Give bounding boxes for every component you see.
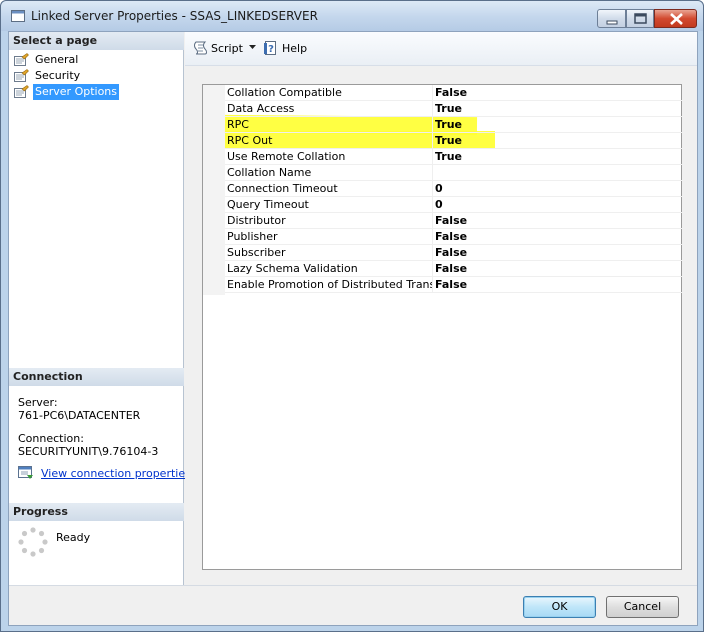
property-row[interactable]: Data Access True [225, 101, 682, 117]
property-row[interactable]: Lazy Schema Validation False [225, 261, 682, 277]
property-row[interactable]: Subscriber False [225, 245, 682, 261]
script-dropdown-chevron-icon[interactable] [248, 40, 257, 52]
property-name: Collation Name [227, 166, 312, 179]
close-icon [670, 13, 683, 25]
property-row[interactable]: Query Timeout 0 [225, 197, 682, 213]
property-row[interactable]: Enable Promotion of Distributed Transact… [225, 277, 682, 293]
server-options-property-grid[interactable]: Collation Compatible False Data Access True… [202, 84, 682, 570]
progress-status: Ready [56, 531, 91, 544]
property-value[interactable]: True [435, 150, 462, 164]
server-label: Server: [18, 396, 58, 409]
column-separator [432, 149, 433, 165]
dialog-window: Linked Server Properties - SSAS_LINKEDSE… [0, 0, 704, 632]
property-value[interactable]: 0 [435, 182, 443, 196]
property-value[interactable]: False [435, 246, 467, 260]
toolbar: Script ? Help [185, 32, 697, 66]
help-icon: ? [264, 41, 276, 55]
connection-value: SECURITYUNIT\9.76104-3 [18, 445, 159, 458]
property-name: RPC [227, 118, 249, 131]
property-value[interactable]: False [435, 230, 467, 244]
page-wrench-icon [14, 53, 29, 66]
ok-button[interactable]: OK [523, 596, 596, 618]
property-name: Subscriber [227, 246, 286, 259]
connection-label: Connection: [18, 432, 84, 445]
property-row[interactable]: RPC Out True [225, 133, 682, 149]
page-item-label: General [35, 53, 79, 66]
connection-header: Connection [9, 368, 184, 386]
dialog-footer: OK Cancel [9, 585, 697, 625]
window-app-icon [11, 10, 25, 22]
property-row[interactable]: RPC True [225, 117, 682, 133]
help-label: Help [282, 42, 308, 55]
property-value[interactable]: 0 [435, 198, 443, 212]
svg-text:?: ? [268, 44, 274, 55]
property-row[interactable]: Collation Compatible False [225, 85, 682, 101]
cancel-button[interactable]: Cancel [606, 596, 679, 618]
property-name: Use Remote Collation [227, 150, 346, 163]
property-name: Publisher [227, 230, 278, 243]
property-name: Query Timeout [227, 198, 309, 211]
column-separator [432, 197, 433, 213]
column-separator [432, 165, 433, 181]
column-separator [432, 133, 433, 149]
script-label: Script [211, 42, 243, 55]
property-row[interactable]: Connection Timeout 0 [225, 181, 682, 197]
property-row[interactable]: Distributor False [225, 213, 682, 229]
column-separator [432, 213, 433, 229]
script-icon [194, 41, 207, 55]
connection-properties-icon [18, 466, 33, 479]
page-wrench-icon [14, 85, 29, 98]
page-item-label: Server Options [33, 84, 120, 100]
help-button[interactable]: ? Help [263, 39, 308, 59]
maximize-icon [634, 13, 647, 24]
server-value: 761-PC6\DATACENTER [18, 409, 141, 422]
grid-gutter [203, 85, 225, 295]
dialog-client-area: Select a page General Security Server Op… [8, 31, 698, 626]
property-value[interactable]: False [435, 278, 467, 292]
close-button[interactable] [654, 9, 697, 28]
minimize-icon [606, 20, 618, 25]
column-separator [432, 85, 433, 101]
property-row[interactable]: Publisher False [225, 229, 682, 245]
property-row[interactable]: Collation Name [225, 165, 682, 181]
progress-header: Progress [9, 503, 184, 521]
property-value[interactable]: True [435, 102, 462, 116]
column-separator [432, 261, 433, 277]
property-value[interactable]: True [435, 118, 462, 132]
property-value[interactable]: False [435, 214, 467, 228]
title-bar[interactable]: Linked Server Properties - SSAS_LINKEDSE… [1, 1, 703, 31]
property-value[interactable]: False [435, 262, 467, 276]
property-value[interactable]: True [435, 134, 462, 148]
column-separator [432, 101, 433, 117]
left-panel: Select a page General Security Server Op… [9, 32, 191, 585]
maximize-button[interactable] [626, 9, 654, 28]
script-button[interactable]: Script [192, 39, 247, 59]
property-name: Connection Timeout [227, 182, 338, 195]
property-name: Data Access [227, 102, 295, 115]
column-separator [432, 117, 433, 133]
page-item-label: Security [35, 69, 81, 82]
progress-spinner-icon [18, 527, 48, 557]
property-name: RPC Out [227, 134, 273, 147]
column-separator [432, 245, 433, 261]
column-separator [432, 229, 433, 245]
property-row[interactable]: Use Remote Collation True [225, 149, 682, 165]
window-title: Linked Server Properties - SSAS_LINKEDSE… [31, 9, 318, 23]
property-name: Collation Compatible [227, 86, 342, 99]
minimize-button[interactable] [597, 9, 626, 28]
view-connection-properties-link[interactable]: View connection properties [41, 467, 191, 480]
property-name: Enable Promotion of Distributed Transact… [227, 278, 432, 291]
property-name: Distributor [227, 214, 286, 227]
property-name: Lazy Schema Validation [227, 262, 358, 275]
column-separator [432, 277, 433, 293]
property-value[interactable]: False [435, 86, 467, 100]
select-page-header: Select a page [9, 32, 184, 50]
page-wrench-icon [14, 69, 29, 82]
right-panel: Script ? Help Collation Compatible False D… [185, 32, 697, 585]
column-separator [432, 181, 433, 197]
